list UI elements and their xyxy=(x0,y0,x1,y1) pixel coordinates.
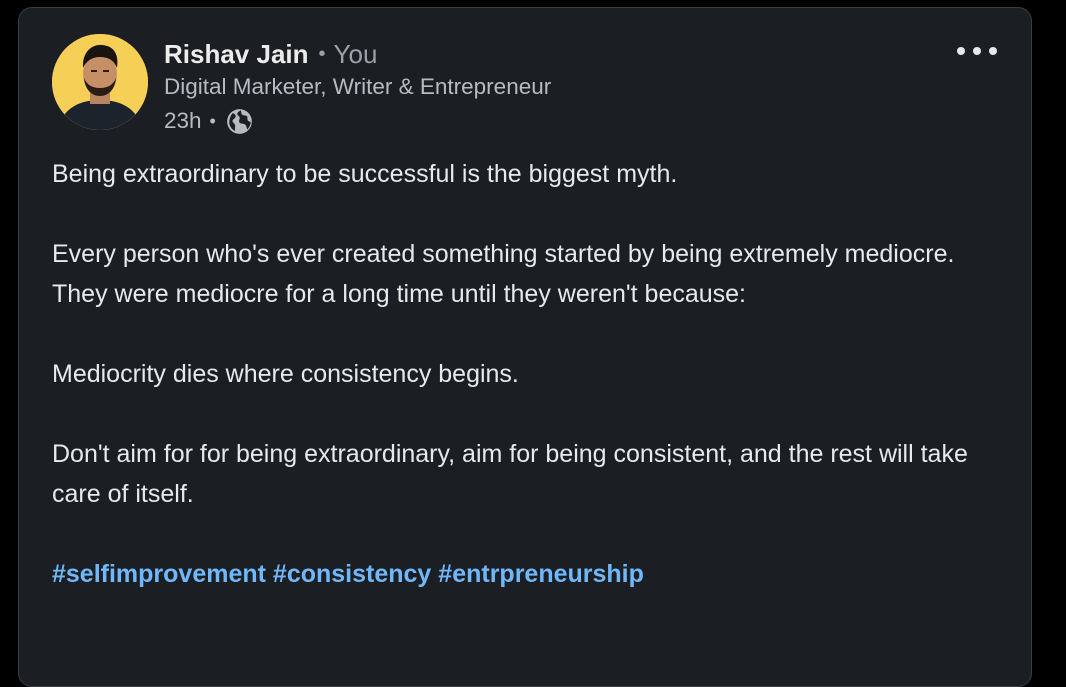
hashtag-link[interactable]: #selfimprovement xyxy=(52,560,266,588)
post-timestamp: 23h xyxy=(164,108,202,133)
globe-icon[interactable] xyxy=(226,108,253,135)
hashtag-list: #selfimprovement #consistency #entrprene… xyxy=(52,554,1012,594)
author-avatar[interactable] xyxy=(52,34,148,130)
post-paragraph: Being extraordinary to be successful is … xyxy=(52,160,678,188)
separator-dot: • xyxy=(318,42,326,65)
author-name[interactable]: Rishav Jain xyxy=(164,39,309,70)
author-headline: Digital Marketer, Writer & Entrepreneur xyxy=(164,74,552,99)
avatar-image xyxy=(52,34,148,130)
post-body: Being extraordinary to be successful is … xyxy=(52,154,1012,594)
more-horizontal-icon xyxy=(957,47,997,55)
author-relation: You xyxy=(333,38,378,69)
post-paragraph: Every person who's ever created somethin… xyxy=(52,240,955,308)
separator-dot: • xyxy=(209,110,216,131)
more-options-button[interactable] xyxy=(949,36,1005,66)
hashtag-link[interactable]: #entrpreneurship xyxy=(438,560,644,588)
post-paragraph: Mediocrity dies where consistency begins… xyxy=(52,360,519,388)
author-name-row: Rishav Jain • You xyxy=(164,36,377,72)
hashtag-link[interactable]: #consistency xyxy=(273,560,431,588)
post-card: Rishav Jain • You Digital Marketer, Writ… xyxy=(18,7,1032,687)
post-meta: 23h • xyxy=(164,106,253,136)
post-paragraph: Don't aim for for being extraordinary, a… xyxy=(52,440,968,508)
